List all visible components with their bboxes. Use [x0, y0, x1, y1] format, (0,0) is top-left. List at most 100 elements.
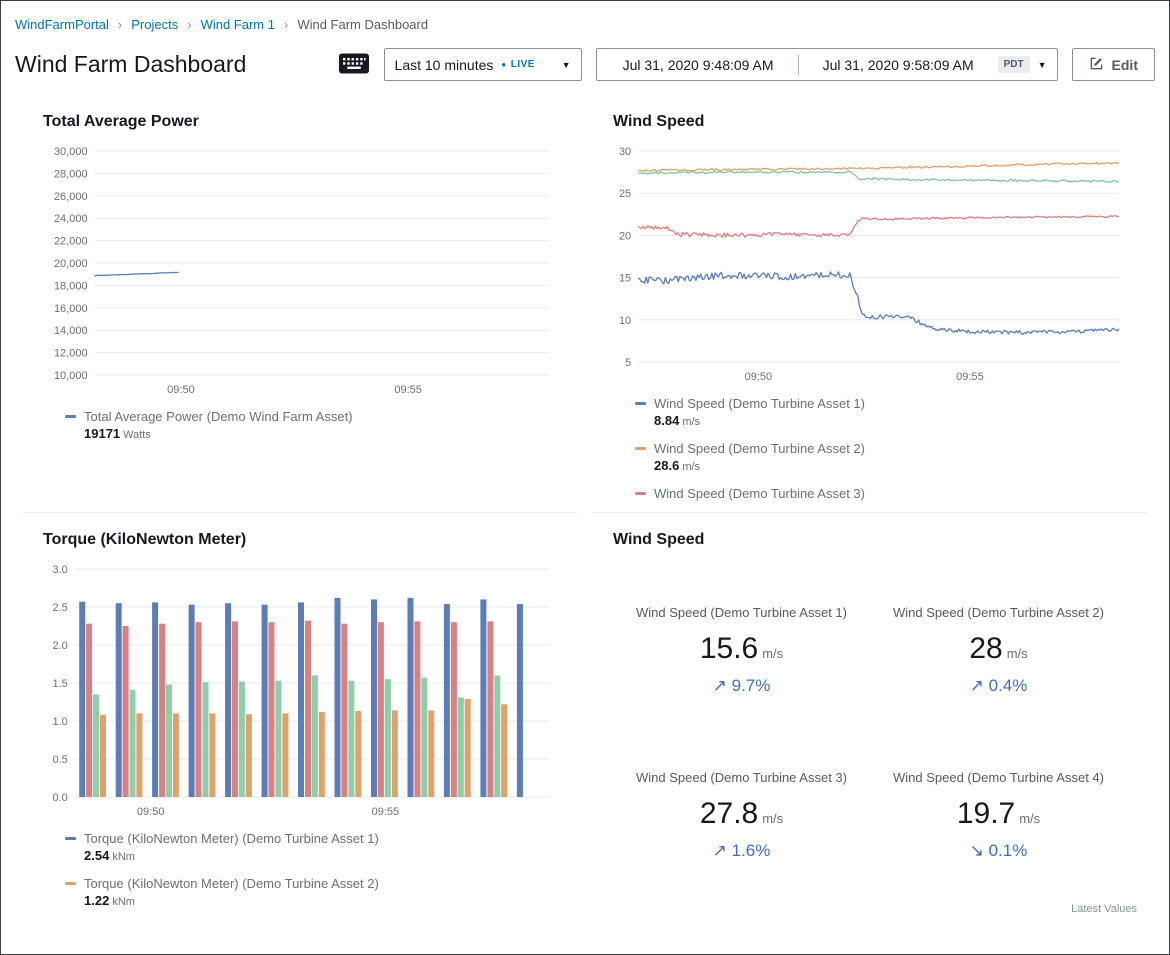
time-range-select[interactable]: Last 10 minutes ● LIVE ▼	[384, 48, 582, 81]
edit-button[interactable]: Edit	[1072, 48, 1155, 81]
kpi-grid: Wind Speed (Demo Turbine Asset 1) 15.6m/s…	[613, 605, 1127, 861]
kpi-value: 15.6m/s	[613, 632, 870, 666]
svg-text:09:50: 09:50	[167, 384, 195, 396]
svg-text:28,000: 28,000	[54, 168, 88, 180]
latest-values-label: Latest Values	[1071, 903, 1137, 915]
svg-text:12,000: 12,000	[54, 348, 88, 360]
svg-text:09:55: 09:55	[394, 384, 422, 396]
legend-series-value: 19171Watts	[84, 426, 557, 441]
legend-item: Torque (KiloNewton Meter) (Demo Turbine …	[65, 831, 557, 863]
legend-series-label: Wind Speed (Demo Turbine Asset 1)	[654, 396, 865, 411]
wind-farm-dashboard-page: WindFarmPortal › Projects › Wind Farm 1 …	[0, 0, 1170, 955]
kpi-value: 28m/s	[870, 632, 1127, 666]
svg-text:25: 25	[619, 188, 631, 200]
legend: Total Average Power (Demo Wind Farm Asse…	[65, 409, 557, 441]
total-average-power-chart[interactable]: 10,000 12,000 14,000 16,000 18,000 20,000 22,0…	[43, 143, 557, 401]
svg-text:14,000: 14,000	[54, 325, 88, 337]
breadcrumb: WindFarmPortal › Projects › Wind Farm 1 …	[1, 1, 1169, 38]
svg-text:30: 30	[619, 146, 631, 158]
panel-wind-speed-kpi: Wind Speed Wind Speed (Demo Turbine Asse…	[593, 513, 1147, 921]
end-date: Jul 31, 2020 9:58:09 AM	[807, 57, 990, 73]
legend-series-unit: m/s	[682, 416, 700, 428]
legend-series-marker-icon	[65, 837, 76, 840]
wind-speed-line-chart[interactable]: 5101520253009:5009:55	[613, 143, 1127, 388]
legend-series-value: 28.6m/s	[654, 458, 1127, 473]
breadcrumb-separator-icon: ›	[118, 17, 122, 32]
legend-item: Total Average Power (Demo Wind Farm Asse…	[65, 409, 557, 441]
header-controls: Last 10 minutes ● LIVE ▼ Jul 31, 2020 9:…	[338, 48, 1155, 81]
legend-series-marker-icon	[635, 492, 646, 495]
kpi-unit: m/s	[1007, 646, 1028, 661]
legend-series-value: 8.84m/s	[654, 413, 1127, 428]
keyboard-shortcuts-button[interactable]	[338, 51, 370, 79]
legend-item: Wind Speed (Demo Turbine Asset 1) 8.84m/s	[635, 396, 1127, 428]
legend-item: Torque (KiloNewton Meter) (Demo Turbine …	[65, 876, 557, 908]
svg-text:10: 10	[619, 315, 631, 327]
svg-text:20,000: 20,000	[54, 258, 88, 270]
breadcrumb-current-page: Wind Farm Dashboard	[297, 17, 428, 32]
legend-series-marker-icon	[635, 402, 646, 405]
trend-up-indicator: ↗ 9.7%	[613, 676, 870, 696]
panel-title: Total Average Power	[43, 113, 557, 131]
live-dot-icon: ●	[501, 61, 506, 69]
svg-text:15: 15	[619, 273, 631, 285]
date-range-picker[interactable]: Jul 31, 2020 9:48:09 AM Jul 31, 2020 9:5…	[596, 48, 1058, 81]
timezone-badge: PDT	[998, 56, 1030, 73]
legend-series-marker-icon	[635, 447, 646, 450]
svg-text:5: 5	[625, 357, 631, 369]
kpi-unit: m/s	[762, 646, 783, 661]
legend-series-unit: Watts	[123, 429, 151, 441]
legend-series-marker-icon	[65, 882, 76, 885]
legend-item: Wind Speed (Demo Turbine Asset 2) 28.6m/s	[635, 441, 1127, 473]
svg-text:16,000: 16,000	[54, 303, 88, 315]
panel-wind-speed-lines: Wind Speed 5101520253009:5009:55 Wind Sp…	[593, 95, 1147, 513]
kpi-cell: Wind Speed (Demo Turbine Asset 4)19.7m/s…	[870, 770, 1127, 861]
keyboard-icon	[338, 51, 370, 79]
panel-title: Torque (KiloNewton Meter)	[43, 531, 557, 549]
svg-text:09:55: 09:55	[372, 806, 400, 818]
legend-series-unit: m/s	[682, 461, 700, 473]
panel-torque: Torque (KiloNewton Meter) 0.00.51.01.52.…	[23, 513, 577, 921]
legend-series-value: 2.54kNm	[84, 848, 557, 863]
legend-series-unit: kNm	[112, 896, 135, 908]
kpi-unit: m/s	[762, 811, 783, 826]
legend-series-label: Wind Speed (Demo Turbine Asset 2)	[654, 441, 865, 456]
breadcrumb-wind-farm-1[interactable]: Wind Farm 1	[201, 17, 275, 32]
svg-text:1.0: 1.0	[53, 716, 68, 728]
edit-pencil-icon	[1089, 56, 1104, 74]
legend: Wind Speed (Demo Turbine Asset 1) 8.84m/s…	[635, 396, 1127, 501]
svg-text:09:50: 09:50	[137, 806, 165, 818]
chevron-down-icon: ▼	[562, 60, 571, 70]
kpi-label: Wind Speed (Demo Turbine Asset 3)	[613, 770, 870, 785]
legend-item: Wind Speed (Demo Turbine Asset 3)	[635, 486, 1127, 501]
breadcrumb-projects[interactable]: Projects	[131, 17, 178, 32]
legend-series-unit: kNm	[112, 851, 135, 863]
panel-title: Wind Speed	[613, 113, 1127, 131]
torque-bar-chart[interactable]: 0.00.51.01.52.02.53.009:5009:55	[43, 561, 557, 823]
svg-text:3.0: 3.0	[53, 564, 68, 576]
start-date: Jul 31, 2020 9:48:09 AM	[607, 57, 790, 73]
kpi-value: 19.7m/s	[870, 797, 1127, 831]
panel-title: Wind Speed	[613, 531, 1127, 549]
svg-text:22,000: 22,000	[54, 236, 88, 248]
breadcrumb-windfarmportal[interactable]: WindFarmPortal	[15, 17, 109, 32]
svg-text:09:50: 09:50	[745, 371, 773, 383]
time-range-label: Last 10 minutes	[395, 57, 494, 73]
kpi-unit: m/s	[1019, 811, 1040, 826]
svg-text:0.0: 0.0	[53, 792, 68, 804]
legend-series-label: Torque (KiloNewton Meter) (Demo Turbine …	[84, 831, 379, 846]
kpi-label: Wind Speed (Demo Turbine Asset 1)	[613, 605, 870, 620]
page-title: Wind Farm Dashboard	[15, 51, 246, 78]
kpi-label: Wind Speed (Demo Turbine Asset 2)	[870, 605, 1127, 620]
svg-text:10,000: 10,000	[54, 370, 88, 382]
breadcrumb-separator-icon: ›	[187, 17, 191, 32]
kpi-cell: Wind Speed (Demo Turbine Asset 3)27.8m/s…	[613, 770, 870, 861]
trend-up-indicator: ↗ 0.4%	[870, 676, 1127, 696]
svg-text:18,000: 18,000	[54, 280, 88, 292]
kpi-cell: Wind Speed (Demo Turbine Asset 2) 28m/s ↗ …	[870, 605, 1127, 696]
legend-series-value: 1.22kNm	[84, 893, 557, 908]
page-header: Wind Farm Dashboard Last 10 minutes	[1, 38, 1169, 85]
legend-series-label: Total Average Power (Demo Wind Farm Asse…	[84, 409, 353, 424]
svg-text:26,000: 26,000	[54, 191, 88, 203]
svg-text:09:55: 09:55	[956, 371, 984, 383]
